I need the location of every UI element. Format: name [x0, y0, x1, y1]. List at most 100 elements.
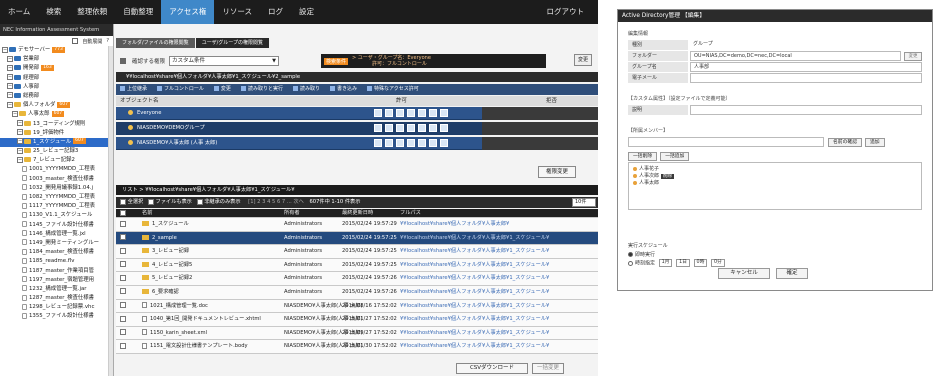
expand-toggle-icon[interactable]: − — [17, 129, 23, 136]
row-name[interactable]: 1040_第1回_開発ドキュメントレビュー.xhtml — [142, 313, 261, 326]
nav-log[interactable]: ログ — [260, 0, 291, 24]
row-name[interactable]: 1021_構成管理一覧.doc — [142, 300, 208, 313]
tree-item[interactable]: 1145_ファイル設計仕様書 — [0, 221, 113, 230]
row-checkbox[interactable] — [120, 327, 126, 340]
bulk-delete-button[interactable]: 一括削除 — [628, 151, 658, 161]
per-page-select[interactable]: 10件 — [572, 198, 596, 207]
permission-row[interactable]: Everyone — [116, 107, 598, 120]
row-checkbox[interactable] — [120, 286, 126, 299]
tree-item[interactable]: 1185_readme.flv — [0, 257, 113, 266]
scheduled-radio[interactable] — [628, 260, 633, 266]
expand-toggle-icon[interactable]: − — [12, 110, 18, 117]
tree-item[interactable]: − 経理部 — [0, 74, 113, 83]
tree-item[interactable]: 1003_master_検査仕様書 — [0, 175, 113, 184]
expand-toggle-icon[interactable]: − — [7, 92, 13, 99]
expand-toggle-icon[interactable]: − — [17, 138, 23, 145]
tree-item[interactable]: 1232_構成管理一覧.jar — [0, 285, 113, 294]
row-checkbox[interactable] — [120, 245, 126, 258]
folder-change-button[interactable]: 変更 — [904, 51, 922, 61]
non-inherit-checkbox[interactable] — [196, 198, 203, 205]
tree-item[interactable]: 1001_YYYYMMDD_工程表 — [0, 165, 113, 174]
tree-item[interactable]: 1298_レビュー記録票.vhc — [0, 303, 113, 312]
csv-download-button[interactable]: CSVダウンロード — [456, 363, 528, 374]
member-item[interactable]: 人事次郎 削除 — [629, 173, 921, 180]
column-modified[interactable]: 最終更新日時 — [342, 209, 373, 217]
condition-change-button[interactable]: 変更 — [574, 54, 592, 66]
nav-auto-organize[interactable]: 自動整理 — [115, 0, 161, 24]
row-checkbox[interactable] — [120, 232, 126, 245]
row-checkbox[interactable] — [120, 259, 126, 272]
tree-item[interactable]: − 開発部 163 — [0, 64, 113, 73]
column-owner[interactable]: 所有者 — [284, 209, 300, 217]
expand-toggle-icon[interactable]: − — [17, 147, 23, 154]
expand-toggle-icon[interactable]: − — [2, 46, 8, 53]
tree-item[interactable]: − 総務部 — [0, 92, 113, 101]
row-checkbox[interactable] — [120, 272, 126, 285]
tree-item[interactable]: 1032_開発用議事録1.04.j — [0, 184, 113, 193]
tree-item[interactable]: − 個人フォルダ 607 — [0, 101, 113, 110]
row-fullpath[interactable]: ¥¥localhost¥share¥個人フォルダ¥人事太郎¥1_スケジュール¥ — [400, 313, 549, 326]
permission-row[interactable]: NIASDEMO¥DEMOグループ — [116, 122, 598, 135]
table-row[interactable]: 1021_構成管理一覧.doc NIASDEMO¥人事太郎(人事 太郎) 2014/… — [116, 299, 598, 314]
tree-item[interactable]: 1187_master_作業項目管 — [0, 267, 113, 276]
show-files-checkbox[interactable] — [147, 198, 154, 205]
bulk-change-button[interactable]: 一括変更 — [532, 363, 564, 374]
group-name-input[interactable]: 人事部 — [690, 62, 922, 72]
nav-settings[interactable]: 設定 — [291, 0, 322, 24]
row-name[interactable]: 4_レビュー記録5 — [142, 259, 192, 272]
day-select[interactable]: 1日 — [676, 259, 690, 267]
tree-item[interactable]: 1146_構成管理一覧.jxl — [0, 230, 113, 239]
tree-item[interactable]: 1149_開発ミーティングルー — [0, 239, 113, 248]
tree-item[interactable]: 1197_master_宿題管理用 — [0, 276, 113, 285]
tree-item[interactable]: − 25_レビュー記録3 — [0, 147, 113, 156]
row-fullpath[interactable]: ¥¥localhost¥share¥個人フォルダ¥人事太郎¥1_スケジュール¥ — [400, 327, 549, 340]
auto-expand-checkbox[interactable] — [72, 38, 79, 44]
sidebar-scrollbar[interactable] — [108, 46, 113, 376]
row-fullpath[interactable]: ¥¥localhost¥share¥個人フォルダ¥人事太郎¥1_スケジュール¥ — [400, 340, 549, 353]
row-fullpath[interactable]: ¥¥localhost¥share¥個人フォルダ¥人事太郎¥1_スケジュール¥ — [400, 245, 549, 258]
table-row[interactable]: 5_レビュー記録2 Administrators 2015/02/24 19:57:… — [116, 272, 598, 286]
table-row[interactable]: 3_レビュー記録 Administrators 2015/02/24 19:57:2… — [116, 245, 598, 259]
tab-user-group-permissions[interactable]: ユーザ/グループの権限閲覧 — [195, 38, 269, 48]
minute-select[interactable]: 0分 — [710, 259, 725, 267]
description-input[interactable] — [690, 105, 922, 115]
row-name[interactable]: 2_sample — [142, 232, 177, 245]
cancel-button[interactable]: キャンセル — [718, 268, 770, 279]
row-checkbox[interactable] — [120, 313, 126, 326]
row-fullpath[interactable]: ¥¥localhost¥share¥個人フォルダ¥人事太郎¥1_スケジュール¥ — [400, 286, 549, 299]
logout-link[interactable]: ログアウト — [539, 0, 599, 24]
select-all-checkbox[interactable] — [120, 198, 126, 205]
column-name[interactable]: 名前 — [142, 209, 152, 217]
add-member-button[interactable]: 追加 — [865, 137, 885, 147]
row-fullpath[interactable]: ¥¥localhost¥share¥個人フォルダ¥人事太郎¥1_スケジュール¥ — [400, 272, 549, 285]
target-permission-select[interactable]: カスタム条件 ▼ — [169, 56, 280, 66]
tree-item[interactable]: 1117_YYYYMMDD_工程表 — [0, 202, 113, 211]
row-name[interactable]: 6_要求確認 — [142, 286, 179, 299]
expand-toggle-icon[interactable]: − — [7, 55, 13, 62]
member-item[interactable]: 人事太郎 — [629, 180, 921, 187]
table-row[interactable]: 1040_第1回_開発ドキュメントレビュー.xhtml NIASDEMO¥人事太郎… — [116, 313, 598, 327]
row-checkbox[interactable] — [120, 340, 126, 353]
tree-item[interactable]: − 人事太郎 607 — [0, 110, 113, 119]
nav-access-rights[interactable]: アクセス権 — [161, 0, 215, 24]
nav-home[interactable]: ホーム — [0, 0, 38, 24]
row-fullpath[interactable]: ¥¥localhost¥share¥個人フォルダ¥人事太郎¥1_スケジュール¥ — [400, 300, 549, 313]
row-checkbox[interactable] — [120, 300, 126, 313]
confirm-button[interactable]: 確定 — [776, 268, 808, 279]
tree-item[interactable]: 1355_ファイル設計仕様書 — [0, 312, 113, 321]
header-checkbox[interactable] — [120, 209, 126, 217]
row-fullpath[interactable]: ¥¥localhost¥share¥個人フォルダ¥人事太郎¥1_スケジュール¥ — [400, 232, 549, 245]
tree-item[interactable]: 1287_master_検査仕様書 — [0, 294, 113, 303]
tab-folder-file-permissions[interactable]: フォルダ/ファイルの権限閲覧 — [116, 38, 195, 48]
permission-change-button[interactable]: 権限変更 — [538, 166, 576, 178]
expand-toggle-icon[interactable]: − — [7, 64, 13, 71]
member-item[interactable]: 人事花子 — [629, 166, 921, 173]
row-name[interactable]: 1151_電文設計仕様書テンプレート.body — [142, 340, 248, 353]
tree-item[interactable]: − 7_レビュー記録2 — [0, 156, 113, 165]
row-name[interactable]: 5_レビュー記録2 — [142, 272, 192, 285]
nav-resources[interactable]: リソース — [214, 0, 260, 24]
tree-item[interactable]: 1184_master_検査仕様書 — [0, 248, 113, 257]
tree-item[interactable]: − デモサーバー 773 — [0, 46, 113, 55]
name-check-button[interactable]: 名前の確認 — [828, 137, 862, 147]
nav-organize-request[interactable]: 整理依頼 — [69, 0, 115, 24]
